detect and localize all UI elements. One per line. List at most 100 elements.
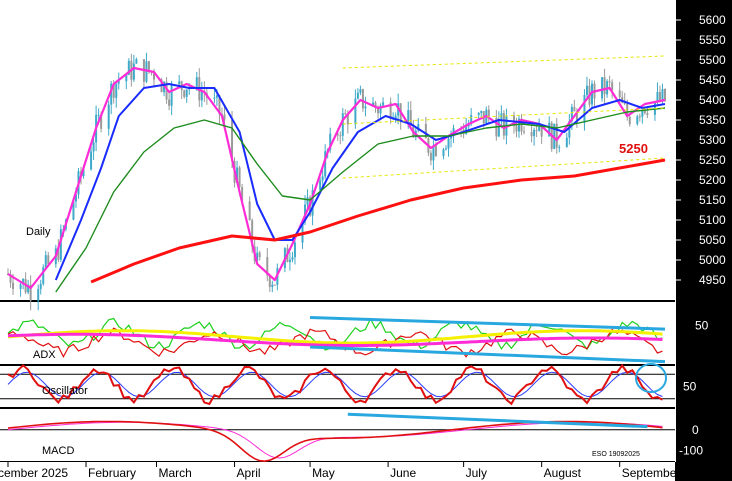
candle-body bbox=[12, 282, 15, 289]
candle-body bbox=[359, 89, 362, 93]
candle-body bbox=[502, 113, 505, 136]
candle-body bbox=[341, 113, 344, 136]
macd-panel bbox=[0, 409, 675, 461]
candle-body bbox=[618, 90, 621, 97]
candle-body bbox=[97, 114, 100, 116]
candle-body bbox=[215, 95, 218, 98]
candle-body bbox=[306, 197, 309, 205]
candle-body bbox=[445, 148, 447, 150]
candle-body bbox=[92, 142, 95, 152]
candle-body bbox=[273, 284, 276, 286]
adx-tick-label: 50 bbox=[695, 318, 709, 332]
candlestick bbox=[502, 110, 505, 140]
candle-body bbox=[442, 149, 445, 157]
adx-panel bbox=[0, 302, 675, 364]
candle-body bbox=[565, 137, 568, 148]
data-stamp: ESO 19092025 bbox=[592, 451, 640, 458]
candle-body bbox=[658, 91, 661, 101]
candle-body bbox=[339, 135, 342, 137]
candle-body bbox=[429, 152, 432, 161]
candle-body bbox=[636, 116, 639, 125]
price-tick-label: 5000 bbox=[699, 253, 726, 267]
price-tick-label: 5250 bbox=[699, 153, 726, 167]
candle-body bbox=[132, 63, 135, 80]
price-tick-label: 5600 bbox=[699, 13, 726, 27]
time-tick-label: September bbox=[622, 466, 681, 480]
candle-body bbox=[661, 89, 664, 101]
candle-body bbox=[147, 61, 150, 72]
candle-body bbox=[538, 126, 541, 131]
chart-svg: Daily 5250 ADX Oscillator MACD ESO 19092… bbox=[0, 0, 726, 481]
candle-body bbox=[477, 113, 480, 116]
oscillator-tick-label: 50 bbox=[683, 380, 697, 394]
candle-body bbox=[195, 77, 198, 87]
candle-body bbox=[354, 98, 357, 125]
candle-body bbox=[533, 129, 536, 137]
candle-body bbox=[213, 97, 216, 99]
time-tick-label: May bbox=[312, 466, 335, 480]
candle-body bbox=[608, 81, 611, 83]
candle-body bbox=[39, 283, 42, 290]
price-panel bbox=[0, 0, 675, 300]
macd-tick-label: -100 bbox=[679, 444, 703, 458]
candle-body bbox=[638, 116, 641, 118]
candle-body bbox=[583, 95, 586, 123]
macd-tick-label: 0 bbox=[692, 423, 699, 437]
candle-body bbox=[603, 77, 606, 95]
candle-body bbox=[497, 118, 500, 137]
candle-body bbox=[183, 90, 186, 97]
candle-body bbox=[585, 85, 588, 96]
price-tick-label: 5300 bbox=[699, 133, 726, 147]
candle-body bbox=[248, 201, 251, 221]
candle-body bbox=[558, 147, 561, 149]
candle-body bbox=[515, 125, 518, 132]
candle-body bbox=[90, 151, 93, 170]
time-tick-label: June bbox=[390, 466, 416, 480]
time-tick-label: July bbox=[466, 466, 487, 480]
time-tick-label: August bbox=[544, 466, 582, 480]
candle-body bbox=[361, 89, 364, 109]
candle-body bbox=[185, 89, 188, 97]
candle-body bbox=[271, 284, 274, 288]
candle-body bbox=[319, 180, 322, 191]
candle-body bbox=[641, 110, 644, 117]
candle-body bbox=[37, 289, 40, 301]
candle-body bbox=[480, 111, 483, 114]
candle-body bbox=[407, 110, 410, 122]
candle-body bbox=[601, 77, 604, 99]
candle-body bbox=[664, 89, 666, 101]
candlestick bbox=[42, 264, 45, 286]
candle-body bbox=[107, 104, 110, 129]
price-tick-label: 5150 bbox=[699, 193, 726, 207]
candle-body bbox=[321, 176, 324, 181]
candle-body bbox=[258, 252, 261, 258]
candle-body bbox=[447, 138, 450, 149]
candle-body bbox=[344, 113, 347, 115]
adx-label: ADX bbox=[33, 349, 56, 361]
price-tick-label: 5350 bbox=[699, 113, 726, 127]
candle-body bbox=[523, 131, 526, 133]
price-tick-label: 5500 bbox=[699, 53, 726, 67]
candle-body bbox=[293, 242, 296, 258]
candle-body bbox=[19, 284, 22, 289]
candle-body bbox=[628, 116, 631, 125]
time-tick-label: cember 2025 bbox=[0, 466, 68, 480]
candle-body bbox=[646, 113, 649, 115]
candle-body bbox=[170, 84, 173, 106]
time-tick-label: April bbox=[237, 466, 261, 480]
time-tick-label: February bbox=[88, 466, 136, 480]
candle-body bbox=[364, 106, 367, 109]
price-tick-label: 5200 bbox=[699, 173, 726, 187]
price-tick-label: 5550 bbox=[699, 33, 726, 47]
candle-body bbox=[288, 259, 291, 263]
price-tick-label: 5450 bbox=[699, 73, 726, 87]
candle-body bbox=[356, 92, 359, 99]
candle-body bbox=[168, 99, 171, 106]
timeframe-label: Daily bbox=[26, 226, 51, 238]
candle-body bbox=[291, 257, 294, 260]
candle-body bbox=[115, 83, 118, 98]
candle-body bbox=[434, 145, 437, 157]
support-annotation-label: 5250 bbox=[619, 141, 648, 156]
price-tick-label: 5400 bbox=[699, 93, 726, 107]
price-tick-label: 5050 bbox=[699, 233, 726, 247]
